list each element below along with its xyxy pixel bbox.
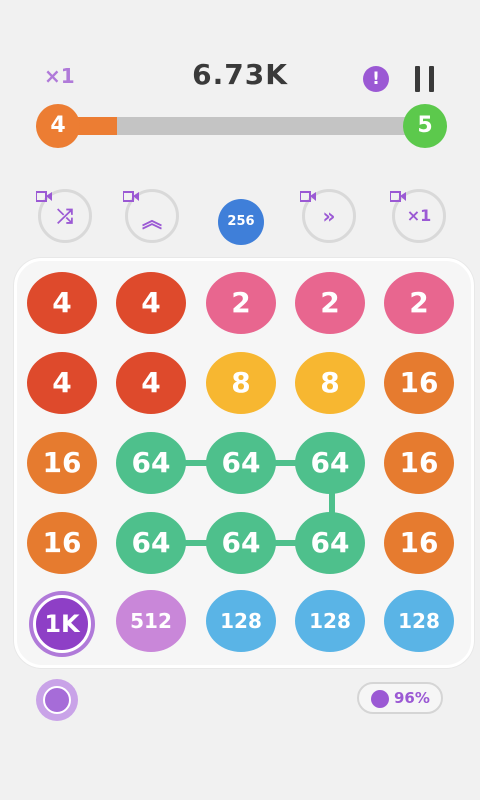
tile[interactable]: 512 xyxy=(116,590,186,652)
tile[interactable]: 128 xyxy=(384,590,454,652)
tile[interactable]: 16 xyxy=(27,432,97,494)
tile[interactable]: 4 xyxy=(27,352,97,414)
pause-icon xyxy=(415,66,420,92)
tile[interactable]: 8 xyxy=(295,352,365,414)
double-up-chevron-icon: ︽ xyxy=(142,208,162,232)
shuffle-icon: ⤮ xyxy=(57,204,73,228)
tile[interactable]: 16 xyxy=(384,512,454,574)
tile[interactable]: 64 xyxy=(206,512,276,574)
next-tile-preview: 256 xyxy=(218,199,264,245)
times-one-icon: ×1 xyxy=(406,206,432,225)
tile[interactable]: 64 xyxy=(295,432,365,494)
shuffle-powerup-button[interactable]: ⤮ xyxy=(36,189,92,243)
tile[interactable]: 64 xyxy=(116,432,186,494)
current-level-badge: 4 xyxy=(36,104,80,148)
game-screen: ×1 6.73K ! 4 5 ⤮ ︽ 256 » ×1 4 4 2 2 2 4 4 8 8 16 1… xyxy=(0,0,480,800)
tile[interactable]: 128 xyxy=(295,590,365,652)
double-right-chevron-icon: » xyxy=(322,204,336,228)
level-progress-bar xyxy=(58,117,426,135)
tile[interactable]: 64 xyxy=(295,512,365,574)
completion-percent-badge: 96% xyxy=(357,682,443,714)
tile-link-line xyxy=(329,492,335,514)
tile[interactable]: 64 xyxy=(206,432,276,494)
tile[interactable]: 4 xyxy=(27,272,97,334)
globe-icon xyxy=(371,690,389,708)
multiplier-powerup-button[interactable]: ×1 xyxy=(390,189,446,243)
radar-icon xyxy=(43,686,71,714)
radar-button[interactable] xyxy=(36,679,78,721)
info-button[interactable]: ! xyxy=(363,66,389,92)
pause-button[interactable] xyxy=(415,66,437,92)
tile-label: 1K xyxy=(33,595,91,653)
tile[interactable]: 4 xyxy=(116,352,186,414)
tile[interactable]: 2 xyxy=(384,272,454,334)
video-camera-icon xyxy=(36,191,52,202)
video-camera-icon xyxy=(300,191,316,202)
tile[interactable]: 16 xyxy=(384,352,454,414)
tile[interactable]: 8 xyxy=(206,352,276,414)
video-camera-icon xyxy=(390,191,406,202)
tile[interactable]: 2 xyxy=(295,272,365,334)
tile[interactable]: 16 xyxy=(384,432,454,494)
tile[interactable]: 64 xyxy=(116,512,186,574)
score-display: 6.73K xyxy=(192,58,288,91)
tile-special[interactable]: 1K xyxy=(29,591,95,657)
tile[interactable]: 4 xyxy=(116,272,186,334)
tile[interactable]: 2 xyxy=(206,272,276,334)
video-camera-icon xyxy=(123,191,139,202)
upgrade-powerup-button[interactable]: ︽ xyxy=(123,189,179,243)
fast-forward-powerup-button[interactable]: » xyxy=(300,189,356,243)
tile[interactable]: 128 xyxy=(206,590,276,652)
tile[interactable]: 16 xyxy=(27,512,97,574)
completion-percent: 96% xyxy=(394,689,430,707)
next-level-badge: 5 xyxy=(403,104,447,148)
